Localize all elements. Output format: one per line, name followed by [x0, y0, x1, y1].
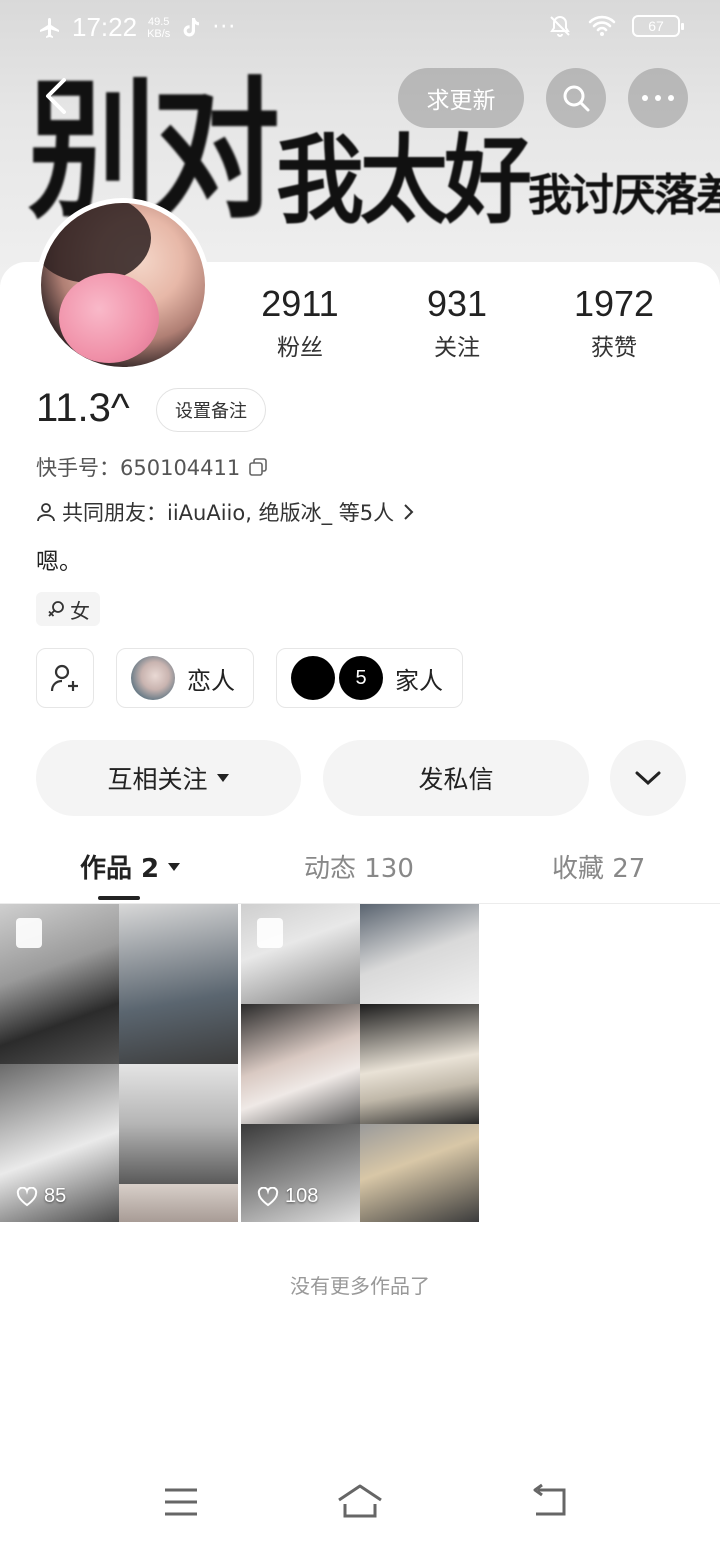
chevron-right-icon: [404, 504, 414, 520]
heart-icon: [16, 1186, 38, 1206]
copy-icon[interactable]: [248, 457, 268, 477]
stat-likes-label: 获赞: [591, 335, 637, 361]
avatar[interactable]: [36, 198, 210, 372]
expand-button[interactable]: [610, 740, 686, 816]
mutual-follow-label: 互相关注: [107, 765, 208, 794]
battery-indicator: 67: [632, 15, 684, 37]
family-count-badge: 5: [339, 656, 383, 700]
system-nav-bar: [0, 1470, 720, 1534]
work-likes: 108: [257, 1185, 318, 1208]
stat-likes[interactable]: 1972 获赞: [534, 284, 694, 362]
image-post-icon: [257, 918, 283, 948]
request-update-button[interactable]: 求更新: [398, 68, 524, 128]
stat-following[interactable]: 931 关注: [377, 284, 537, 362]
work-item[interactable]: 108: [241, 904, 479, 1222]
kuaishou-id-text: 快手号：650104411: [36, 452, 240, 482]
back-nav-icon[interactable]: [524, 1480, 574, 1524]
home-icon[interactable]: [335, 1480, 385, 1524]
work-likes-count: 85: [44, 1185, 67, 1207]
profile-bio: 嗯。: [36, 549, 82, 575]
no-more-works-text: 没有更多作品了: [290, 1274, 430, 1298]
heart-icon: [257, 1186, 279, 1206]
more-dots-icon: [642, 95, 674, 101]
back-arrow-icon[interactable]: [36, 74, 80, 118]
family-avatar: [291, 656, 335, 700]
search-icon: [563, 85, 590, 112]
menu-icon[interactable]: [156, 1480, 206, 1524]
network-speed-value: 49.5: [147, 15, 170, 28]
work-item[interactable]: 85: [0, 904, 238, 1222]
tiktok-icon: [183, 17, 200, 36]
profile-name: 11.3^: [36, 386, 130, 430]
lover-label: 恋人: [187, 666, 235, 695]
caret-down-icon: [216, 774, 229, 782]
mutual-friends-text: 共同朋友：iiAuAiio, 绝版冰_ 等5人: [62, 501, 395, 525]
active-tab-indicator: [98, 896, 140, 900]
family-chip[interactable]: 5 家人: [276, 648, 463, 708]
search-button[interactable]: [546, 68, 606, 128]
female-icon: [48, 601, 64, 617]
send-message-button[interactable]: 发私信: [323, 740, 589, 816]
kuaishou-id-row[interactable]: 快手号：650104411: [36, 452, 268, 482]
image-post-icon: [16, 918, 42, 948]
wifi-icon: [588, 15, 616, 36]
more-notifications-icon: ···: [212, 15, 237, 40]
stat-followers[interactable]: 2911 粉丝: [220, 284, 380, 362]
banner-small-text: 我讨厌落差感.: [528, 170, 720, 221]
stat-followers-value: 2911: [261, 283, 339, 324]
status-time: 17:22: [72, 12, 138, 42]
send-message-label: 发私信: [418, 765, 494, 794]
tab-works[interactable]: 作品 2: [80, 848, 181, 885]
status-bar: 17:22 49.5 KB/s ··· 67: [0, 0, 720, 56]
network-speed: 49.5 KB/s: [147, 16, 170, 40]
set-remark-button[interactable]: 设置备注: [156, 388, 266, 432]
network-speed-unit: KB/s: [147, 27, 171, 40]
person-icon: [37, 503, 55, 522]
chevron-down-icon: [635, 771, 661, 786]
mutual-friends-row[interactable]: 共同朋友：iiAuAiio, 绝版冰_ 等5人: [36, 497, 416, 527]
mutual-follow-button[interactable]: 互相关注: [36, 740, 301, 816]
stat-followers-label: 粉丝: [277, 335, 323, 361]
kuaishou-id-value: 650104411: [120, 456, 241, 480]
family-label: 家人: [395, 666, 443, 695]
mute-bell-icon: [550, 15, 570, 37]
stat-following-label: 关注: [434, 335, 480, 361]
tab-works-label: 作品 2: [80, 854, 160, 884]
tab-favorites[interactable]: 收藏 27: [552, 848, 645, 885]
add-friend-button[interactable]: [36, 648, 94, 708]
more-options-button[interactable]: [628, 68, 688, 128]
tab-moments[interactable]: 动态 130: [304, 848, 414, 885]
works-grid: 85 108: [0, 904, 720, 1222]
caret-down-icon: [168, 862, 181, 871]
stat-following-value: 931: [426, 283, 488, 324]
gender-text: 女: [70, 598, 90, 623]
content-tabs: 作品 2 动态 130 收藏 27: [0, 840, 720, 904]
kuaishou-id-label: 快手号：: [36, 456, 120, 480]
work-likes: 85: [16, 1185, 66, 1208]
stat-likes-value: 1972: [573, 283, 655, 324]
airplane-mode-icon: [40, 17, 59, 38]
work-likes-count: 108: [285, 1185, 319, 1207]
lover-avatar: [131, 656, 175, 700]
family-count: 5: [355, 666, 367, 689]
gender-tag: 女: [36, 592, 100, 626]
lover-chip[interactable]: 恋人: [116, 648, 254, 708]
add-person-icon: [50, 664, 78, 692]
